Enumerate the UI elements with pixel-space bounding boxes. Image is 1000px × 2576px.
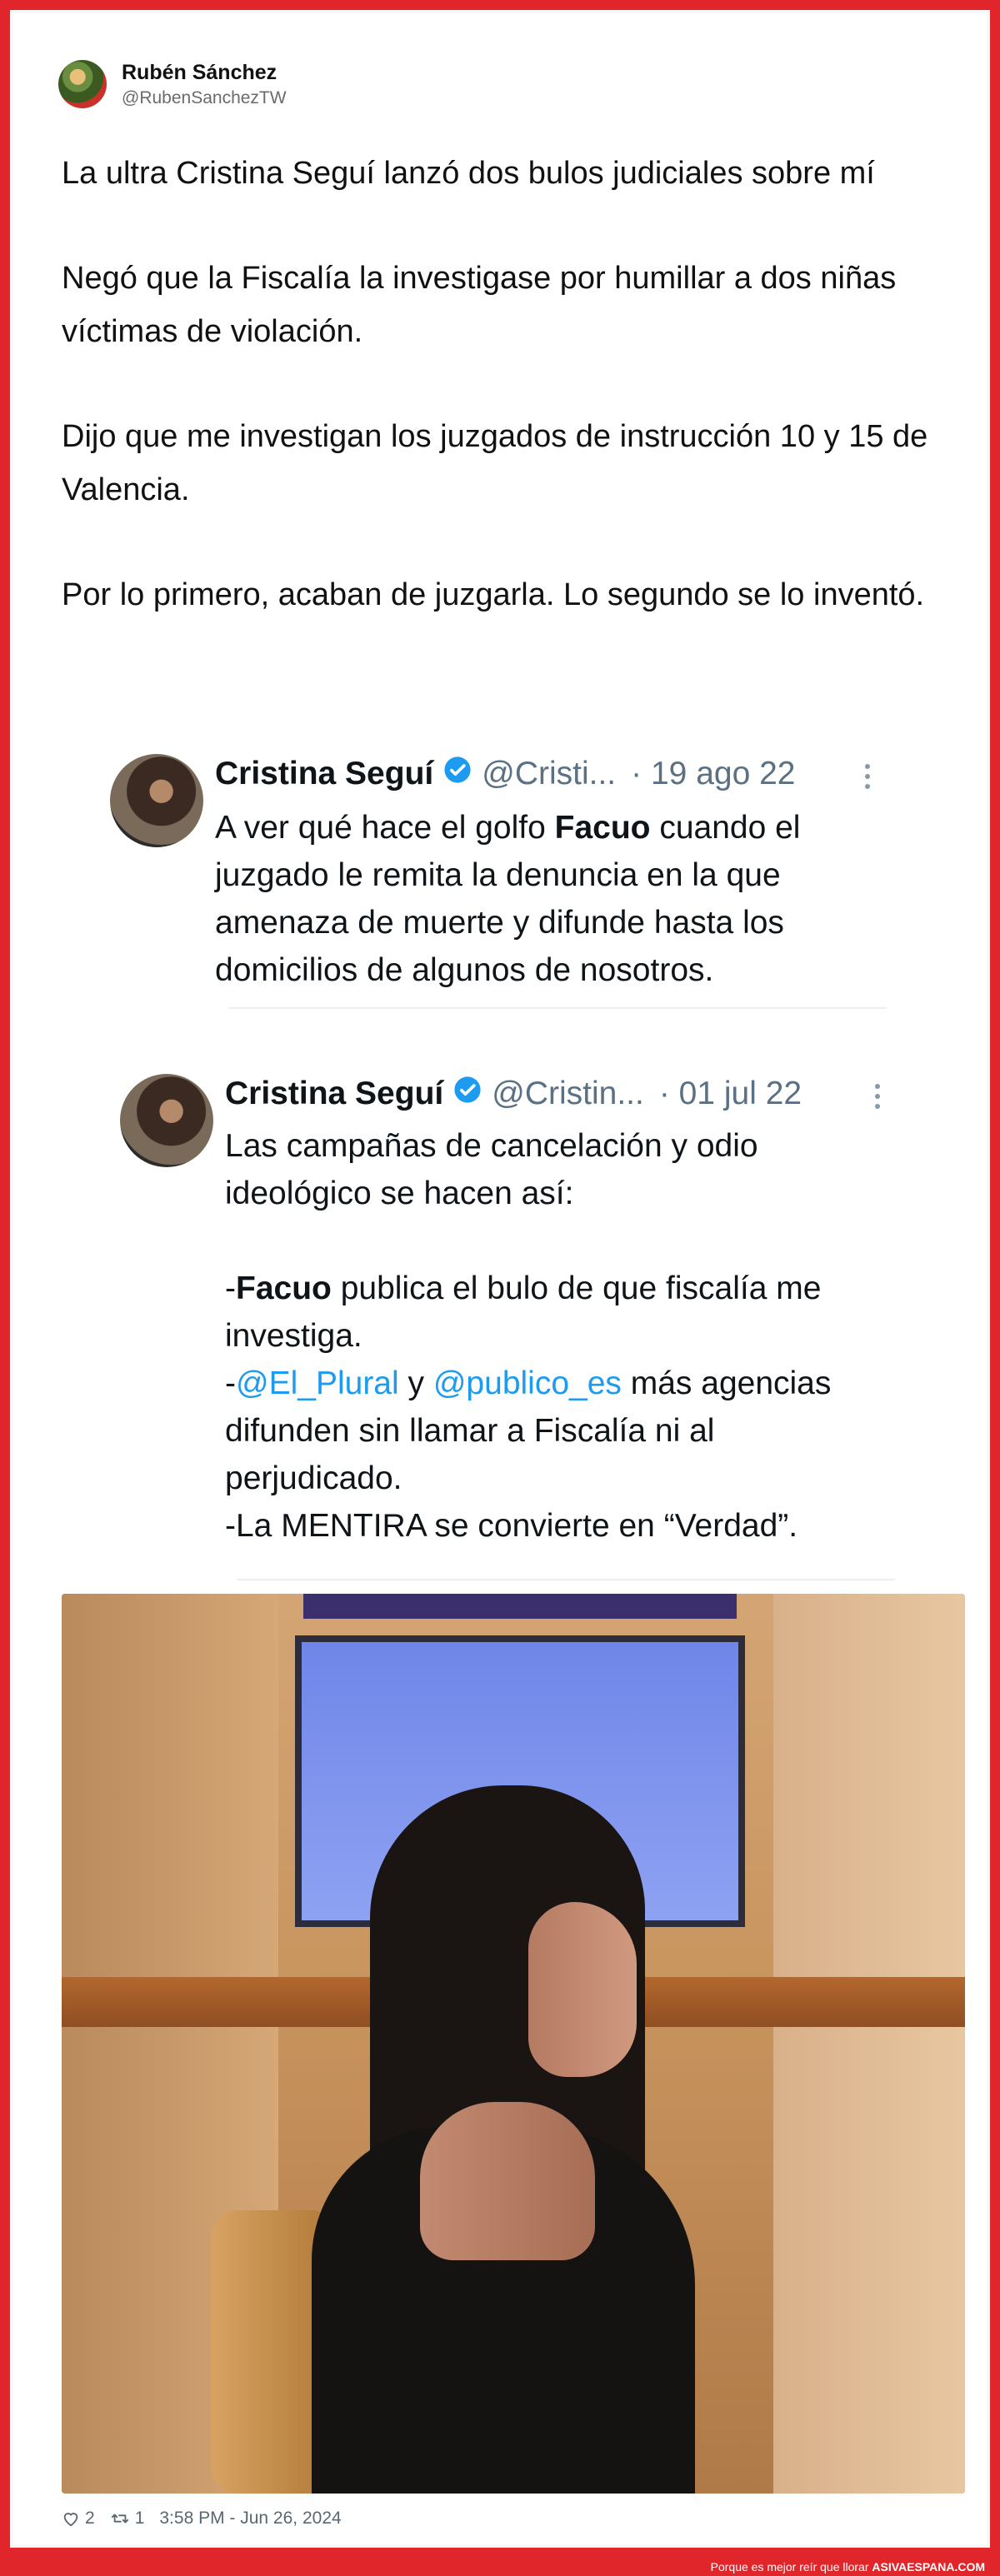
- more-icon[interactable]: [875, 1079, 883, 1114]
- divider: [237, 1579, 895, 1580]
- retweet-icon: [111, 2514, 128, 2524]
- quoted-date: · 01 jul 22: [658, 1076, 802, 1111]
- tweet-text: La ultra Cristina Seguí lanzó dos bulos …: [62, 147, 978, 622]
- tweet-footer: 2 1 3:58 PM - Jun 26, 2024: [62, 2509, 357, 2529]
- like-button[interactable]: 2: [62, 2509, 95, 2529]
- tweet-paragraph: Dijo que me investigan los juzgados de i…: [62, 419, 928, 507]
- tweet-paragraph: Negó que la Fiscalía la investigase por …: [62, 261, 897, 349]
- author-handle[interactable]: @RubenSanchezTW: [122, 88, 287, 108]
- tweet-timestamp[interactable]: 3:58 PM - Jun 26, 2024: [159, 2509, 341, 2529]
- site-banner: Porque es mejor reír que llorar ASIVAESP…: [0, 2558, 1000, 2576]
- author-name[interactable]: Rubén Sánchez: [122, 61, 287, 85]
- tweet-photo[interactable]: [62, 1594, 965, 2494]
- quoted-author-name: Cristina Seguí: [215, 756, 434, 791]
- quoted-avatar: [110, 754, 203, 847]
- quoted-avatar: [120, 1074, 213, 1167]
- tweet-card: Rubén Sánchez @RubenSanchezTW La ultra C…: [10, 10, 990, 2548]
- tweet-paragraph: La ultra Cristina Seguí lanzó dos bulos …: [62, 156, 875, 191]
- like-count: 2: [85, 2509, 95, 2528]
- tweet-paragraph: Por lo primero, acaban de juzgarla. Lo s…: [62, 577, 925, 612]
- more-icon[interactable]: [865, 759, 873, 794]
- quoted-text: A ver qué hace el golfo Facuo cuando el …: [215, 810, 801, 988]
- verified-icon: [454, 1076, 481, 1103]
- retweet-button[interactable]: 1: [110, 2509, 145, 2529]
- mention-link[interactable]: @publico_es: [433, 1365, 622, 1401]
- quoted-tweets-image: Cristina Seguí @Cristi... · 19 ago 22 A …: [62, 742, 965, 1592]
- banner-site[interactable]: ASIVAESPANA.COM: [872, 2560, 985, 2574]
- heart-icon: [63, 2513, 78, 2527]
- verified-icon: [444, 756, 471, 783]
- mention-link[interactable]: @El_Plural: [236, 1365, 399, 1401]
- banner-text: Porque es mejor reír que llorar: [710, 2560, 872, 2574]
- quoted-author-handle: @Cristin...: [492, 1076, 644, 1111]
- quoted-text: Las campañas de cancelación y odio ideol…: [225, 1128, 832, 1544]
- quoted-author-name: Cristina Seguí: [225, 1076, 444, 1111]
- quoted-date: · 19 ago 22: [631, 756, 796, 791]
- author-avatar[interactable]: [58, 60, 107, 108]
- tweet-header: Rubén Sánchez @RubenSanchezTW: [58, 60, 287, 108]
- divider: [228, 1007, 887, 1009]
- quoted-author-handle: @Cristi...: [482, 756, 617, 791]
- retweet-count: 1: [134, 2509, 145, 2528]
